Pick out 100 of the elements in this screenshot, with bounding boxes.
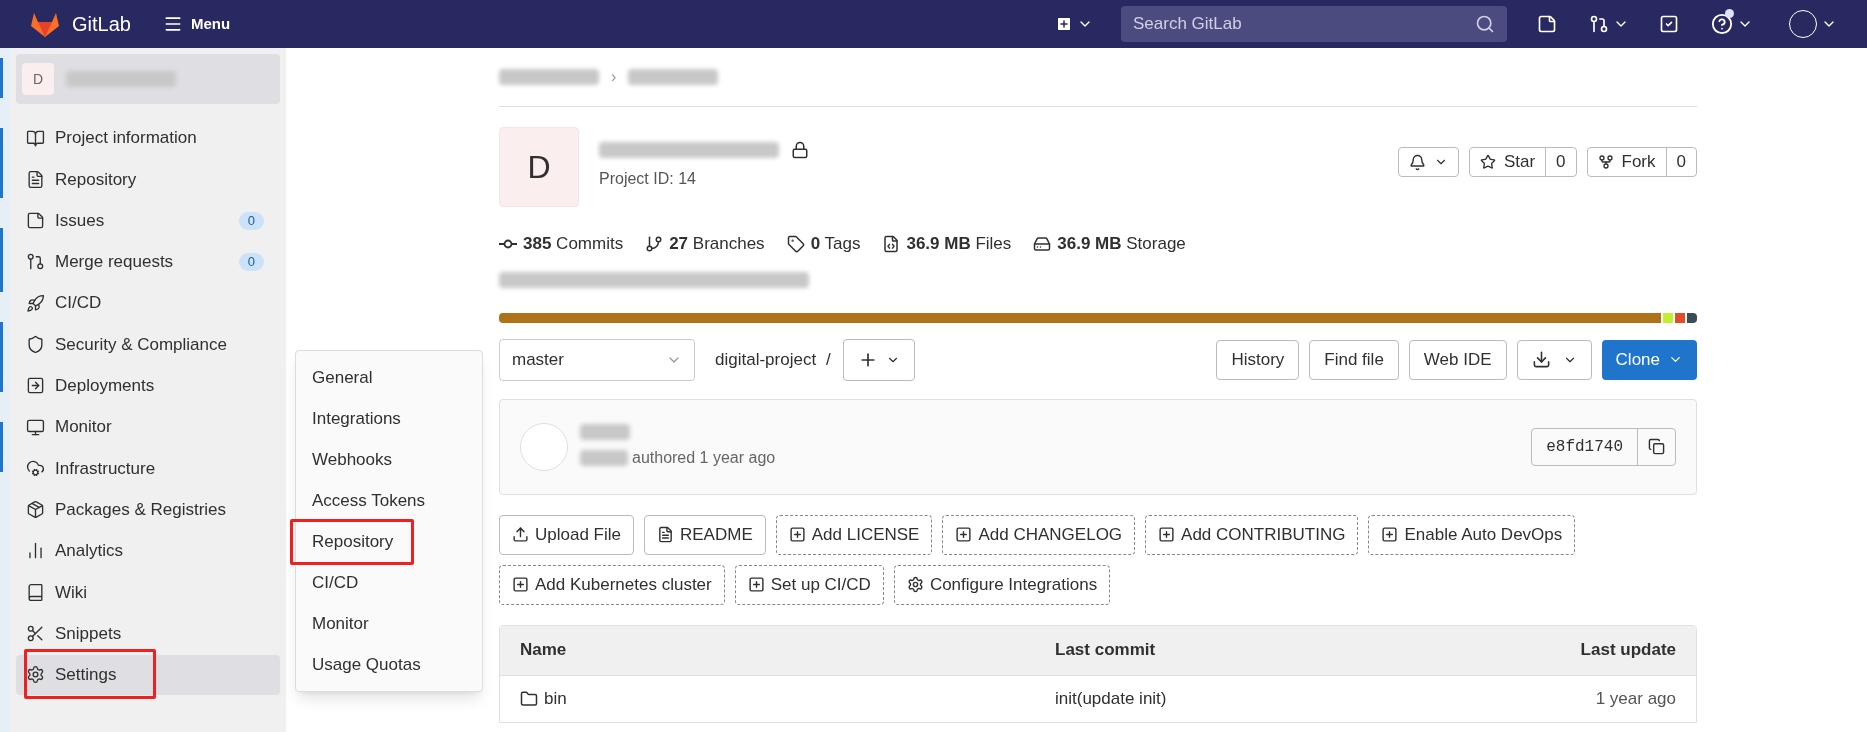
- action-button[interactable]: Add CONTRIBUTING: [1145, 514, 1359, 555]
- lock-icon: [791, 141, 809, 159]
- folder-link[interactable]: bin: [520, 685, 1055, 712]
- action-button[interactable]: Add Kubernetes cluster: [499, 564, 725, 605]
- bar-chart-icon: [26, 541, 45, 561]
- toolbar-button[interactable]: History: [1216, 339, 1300, 380]
- storage-icon: [1033, 234, 1052, 253]
- action-button[interactable]: Set up CI/CD: [734, 564, 884, 605]
- action-button[interactable]: Upload File: [499, 514, 634, 555]
- menu-item[interactable]: Integrations: [296, 398, 482, 439]
- menu-item[interactable]: Monitor: [296, 603, 482, 644]
- toolbar-button[interactable]: Find file: [1309, 339, 1399, 380]
- plus-square-icon: [1158, 526, 1176, 543]
- download-icon: [1531, 350, 1551, 369]
- scissors-icon: [26, 624, 45, 644]
- action-button[interactable]: Enable Auto DevOps: [1368, 514, 1576, 555]
- cloud-gear-icon: [26, 458, 45, 478]
- search-field[interactable]: Search GitLab: [1121, 6, 1507, 42]
- path-separator: /: [826, 348, 831, 371]
- action-button[interactable]: Add LICENSE: [775, 514, 933, 555]
- download-dropdown[interactable]: [1516, 339, 1592, 380]
- sidebar-item[interactable]: Settings: [16, 654, 280, 695]
- fork-count[interactable]: 0: [1665, 148, 1696, 176]
- monitor-icon: [26, 417, 45, 437]
- sidebar-item[interactable]: Packages & Registries: [16, 489, 280, 530]
- notification-dropdown[interactable]: [1397, 147, 1459, 177]
- star-button[interactable]: Star: [1469, 148, 1546, 176]
- menu-item[interactable]: CI/CD: [296, 562, 482, 603]
- menu-item[interactable]: General: [296, 357, 482, 398]
- sidebar-item[interactable]: Issues 0: [16, 200, 280, 241]
- plus-square-icon: [512, 576, 529, 593]
- todo-icon[interactable]: [1659, 14, 1679, 34]
- sidebar-item[interactable]: Infrastructure: [16, 448, 280, 489]
- column-header: Last update: [1580, 639, 1676, 662]
- sidebar-item-label: Project information: [55, 127, 197, 150]
- plus-square-icon: [1055, 15, 1073, 33]
- project-stat-link[interactable]: 36.9 MB Storage: [1033, 231, 1186, 257]
- project-stat-link[interactable]: 0 Tags: [786, 231, 861, 257]
- action-button[interactable]: Add CHANGELOG: [942, 514, 1136, 555]
- sidebar-item-label: Monitor: [55, 416, 112, 439]
- file-icon: [882, 234, 901, 253]
- sidebar-item[interactable]: Project information: [16, 118, 280, 158]
- sidebar-item[interactable]: Security & Compliance: [16, 324, 280, 365]
- sidebar-item[interactable]: Monitor: [16, 407, 280, 448]
- project-stat-link[interactable]: 36.9 MB Files: [882, 231, 1012, 257]
- redacted-author: [580, 449, 628, 466]
- menu-item[interactable]: Webhooks: [296, 439, 482, 480]
- menu-button[interactable]: Menu: [162, 12, 231, 36]
- sidebar-item[interactable]: CI/CD: [16, 283, 280, 324]
- branch-dropdown[interactable]: master: [499, 338, 695, 381]
- document-icon: [26, 169, 45, 189]
- bell-icon: [1408, 153, 1426, 171]
- upload-icon: [512, 526, 529, 543]
- sidebar-item[interactable]: Deployments: [16, 365, 280, 406]
- rocket-icon: [26, 293, 45, 313]
- search-icon: [1475, 14, 1495, 34]
- project-stat-link[interactable]: 385 Commits: [499, 231, 624, 257]
- action-button[interactable]: README: [644, 514, 766, 555]
- redacted-commit-title: [580, 423, 630, 440]
- menu-item[interactable]: Repository: [296, 521, 482, 562]
- sidebar-item[interactable]: Snippets: [16, 613, 280, 654]
- star-count[interactable]: 0: [1545, 148, 1576, 176]
- sidebar-item-label: Snippets: [55, 622, 122, 645]
- sidebar-item-label: Wiki: [55, 581, 88, 604]
- count-badge: 0: [238, 211, 264, 230]
- commit-message-link[interactable]: init(update init): [1055, 685, 1167, 712]
- sidebar-item-label: Issues: [55, 209, 105, 232]
- sidebar-item[interactable]: Repository: [16, 159, 280, 200]
- sidebar-item-label: CI/CD: [55, 292, 102, 315]
- sidebar-item[interactable]: Merge requests 0: [16, 241, 280, 282]
- table-cell-text: 1 year ago: [1595, 687, 1676, 710]
- sidebar-item-label: Repository: [55, 168, 137, 191]
- plus-square-icon: [788, 526, 806, 543]
- fork-icon: [1597, 154, 1614, 170]
- book-icon: [26, 582, 45, 602]
- book-icon: [26, 128, 45, 148]
- sidebar-item[interactable]: Wiki: [16, 572, 280, 613]
- package-icon: [26, 500, 45, 520]
- project-stat-link[interactable]: 27 Branches: [645, 231, 765, 257]
- copy-icon: [1648, 438, 1665, 455]
- sidebar-item-label: Security & Compliance: [55, 333, 227, 356]
- folder-icon: [520, 689, 538, 708]
- fork-button[interactable]: Fork: [1587, 148, 1666, 176]
- project-header[interactable]: D: [16, 54, 280, 104]
- sidebar-item-label: Deployments: [55, 375, 155, 398]
- action-button[interactable]: Configure Integrations: [893, 564, 1111, 605]
- count-badge: 0: [238, 252, 264, 271]
- brand-name[interactable]: GitLab: [72, 9, 131, 39]
- toolbar-button[interactable]: Web IDE: [1408, 339, 1507, 380]
- help-icon: [1711, 13, 1733, 35]
- clone-button[interactable]: Clone: [1601, 339, 1697, 380]
- breadcrumb-separator: ›: [611, 67, 617, 87]
- menu-item[interactable]: Access Tokens: [296, 480, 482, 521]
- repository-path[interactable]: digital-project: [715, 346, 817, 373]
- settings-icon: [906, 576, 924, 593]
- sidebar-item[interactable]: Analytics: [16, 530, 280, 571]
- plus-square-icon: [955, 526, 973, 543]
- file-icon: [657, 526, 674, 543]
- menu-item[interactable]: Usage Quotas: [296, 644, 482, 685]
- tag-icon: [786, 234, 805, 253]
